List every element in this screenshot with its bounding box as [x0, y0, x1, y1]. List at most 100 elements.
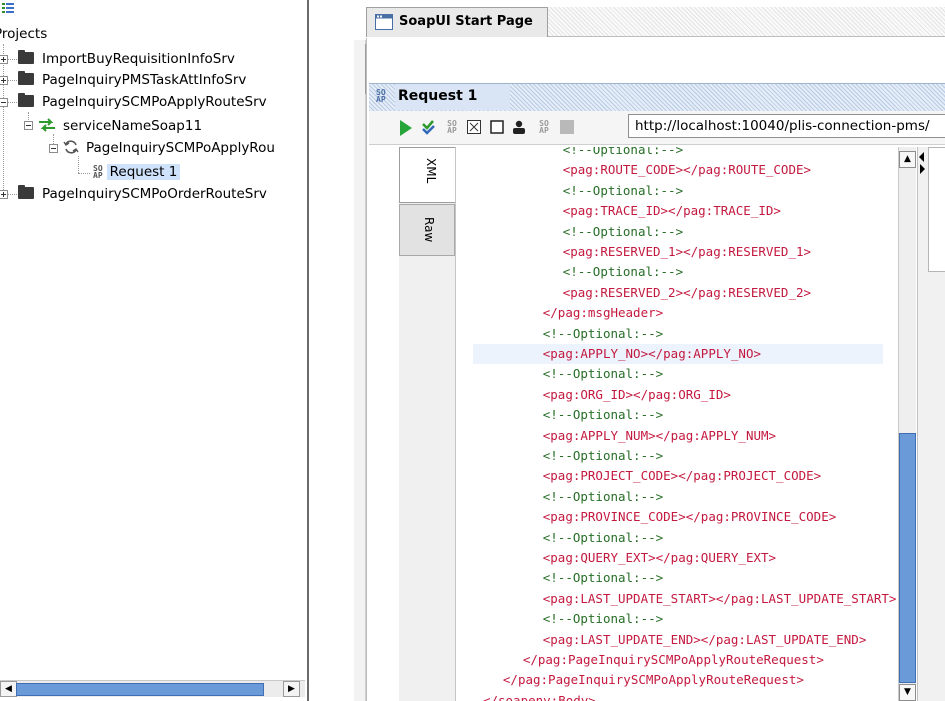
- code-line: <pag:PROVINCE_CODE></pag:PROVINCE_CODE>: [457, 507, 898, 527]
- code-text: <!--Optional:-->: [542, 611, 664, 627]
- tree-project[interactable]: ImportBuyRequisitionInfoSrv: [18, 49, 238, 69]
- code-line: <!--Optional:-->: [457, 147, 898, 160]
- code-text: <pag:ROUTE_CODE></pag:ROUTE_CODE>: [562, 162, 812, 178]
- expand-icon[interactable]: [467, 120, 481, 134]
- xml-editor[interactable]: <!--Optional:--> <pag:ROUTE_CODE></pag:RO…: [457, 147, 898, 701]
- scroll-down-button[interactable]: ▼: [899, 684, 916, 701]
- checkbox-icon[interactable]: [490, 120, 504, 134]
- folder-icon: [18, 93, 34, 107]
- splitter-arrows-icon[interactable]: [918, 150, 926, 178]
- tree-project[interactable]: PageInquirySCMPoApplyRouteSrv: [18, 92, 270, 112]
- code-line: </soapenv:Body>: [457, 691, 898, 701]
- start-page-tab[interactable]: SoapUI Start Page: [366, 7, 548, 37]
- workspace-side-strip-edge: [354, 44, 366, 94]
- expand-toggle[interactable]: [0, 190, 8, 199]
- code-text: <pag:TRACE_ID></pag:TRACE_ID>: [562, 203, 781, 219]
- code-line: <!--Optional:-->: [457, 528, 898, 548]
- code-line: <!--Optional:-->: [457, 405, 898, 425]
- play-icon[interactable]: [399, 120, 413, 136]
- interface-label: serviceNameSoap11: [63, 118, 203, 134]
- tree-operation[interactable]: PageInquirySCMPoApplyRou: [63, 138, 278, 158]
- operation-label: PageInquirySCMPoApplyRou: [86, 140, 275, 156]
- tree-project[interactable]: PageInquiryPMSTaskAttInfoSrv: [18, 70, 249, 90]
- project-label: PageInquirySCMPoApplyRouteSrv: [42, 94, 267, 110]
- tree-project[interactable]: PageInquirySCMPoOrderRouteSrv: [18, 184, 270, 204]
- tree-request[interactable]: SO AP Request 1: [93, 162, 181, 182]
- scroll-left-button[interactable]: ◀: [0, 681, 17, 697]
- code-line: <pag:APPLY_NUM></pag:APPLY_NUM>: [457, 426, 898, 446]
- scroll-thumb[interactable]: [16, 683, 264, 696]
- code-text: <pag:APPLY_NUM></pag:APPLY_NUM>: [542, 427, 777, 443]
- tree-interface[interactable]: serviceNameSoap11: [38, 116, 205, 136]
- code-text: <pag:PROVINCE_CODE></pag:PROVINCE_CODE>: [542, 509, 837, 525]
- code-text: <!--Optional:-->: [562, 264, 684, 280]
- code-text: <!--Optional:-->: [542, 570, 664, 586]
- code-line: <!--Optional:-->: [457, 262, 898, 282]
- validate-icon[interactable]: [421, 120, 435, 135]
- code-text: <!--Optional:-->: [562, 223, 684, 239]
- code-line: <pag:ORG_ID></pag:ORG_ID>: [457, 385, 898, 405]
- code-text: <pag:QUERY_EXT></pag:QUERY_EXT>: [542, 550, 777, 565]
- tab-raw[interactable]: Raw: [399, 204, 455, 256]
- refresh-icon: [63, 140, 79, 154]
- folder-icon: [18, 71, 34, 85]
- code-line: <!--Optional:-->: [457, 222, 898, 242]
- start-page-title: SoapUI Start Page: [399, 14, 533, 29]
- scroll-right-button[interactable]: ▶: [283, 681, 300, 697]
- soap-icon: SO AP: [93, 164, 103, 180]
- code-text: </pag:msgHeader>: [542, 305, 664, 321]
- code-text: <pag:LAST_UPDATE_END></pag:LAST_UPDATE_E…: [542, 631, 867, 647]
- tree-root-projects[interactable]: Projects: [0, 24, 47, 44]
- navigator-list-icon[interactable]: [2, 2, 14, 13]
- code-line: <pag:RESERVED_2></pag:RESERVED_2>: [457, 283, 898, 303]
- interface-arrows-icon: [38, 118, 56, 132]
- code-text: <!--Optional:-->: [542, 529, 664, 545]
- soap-icon[interactable]: SO AP: [445, 120, 459, 135]
- project-label: PageInquiryPMSTaskAttInfoSrv: [42, 72, 247, 88]
- code-line: <!--Optional:-->: [457, 568, 898, 588]
- soap-icon[interactable]: SO AP: [537, 120, 551, 135]
- endpoint-url-field[interactable]: http://localhost:10040/plis-connection-p…: [628, 114, 945, 138]
- code-text: <!--Optional:-->: [562, 182, 684, 198]
- project-label: ImportBuyRequisitionInfoSrv: [42, 51, 235, 67]
- code-line: </pag:msgHeader>: [457, 303, 898, 323]
- code-text: <!--Optional:-->: [542, 448, 664, 463]
- scroll-up-button[interactable]: ▲: [899, 151, 916, 168]
- collapse-toggle[interactable]: [49, 144, 58, 153]
- code-text: </pag:PageInquirySCMPoApplyRouteRequest>: [522, 652, 824, 667]
- code-text: <pag:APPLY_NO></pag:APPLY_NO>: [542, 346, 761, 361]
- navigator-horizontal-scrollbar[interactable]: ◀ ▶: [0, 680, 305, 697]
- folder-icon: [18, 185, 34, 199]
- project-label: PageInquirySCMPoOrderRouteSrv: [42, 186, 267, 202]
- endpoint-url-value: http://localhost:10040/plis-connection-p…: [635, 118, 930, 134]
- code-line: </pag:PageInquirySCMPoApplyRouteRequest>: [457, 650, 898, 670]
- code-line: <pag:PROJECT_CODE></pag:PROJECT_CODE>: [457, 466, 898, 486]
- code-text: <pag:PROJECT_CODE></pag:PROJECT_CODE>: [542, 468, 822, 484]
- code-text: </soapenv:Body>: [482, 692, 596, 701]
- request-window-title[interactable]: SO AP Request 1: [376, 84, 510, 110]
- workspace-side-strip: [354, 40, 366, 701]
- collapse-toggle[interactable]: [0, 98, 8, 107]
- code-text: </pag:PageInquirySCMPoApplyRouteRequest>: [502, 672, 804, 688]
- expand-toggle[interactable]: [0, 55, 8, 64]
- tab-xml[interactable]: XML: [399, 147, 455, 203]
- collapse-toggle[interactable]: [24, 121, 33, 130]
- tab-raw-label: Raw: [422, 217, 436, 243]
- request-label: Request 1: [106, 164, 181, 180]
- editor-scroll-thumb[interactable]: [899, 433, 916, 683]
- expand-toggle[interactable]: [0, 76, 8, 85]
- request-title: Request 1: [398, 88, 478, 104]
- folder-icon: [18, 50, 34, 64]
- code-text: <!--Optional:-->: [542, 325, 664, 341]
- code-line: <pag:ROUTE_CODE></pag:ROUTE_CODE>: [457, 160, 898, 180]
- code-line: <pag:APPLY_NO></pag:APPLY_NO>: [457, 344, 898, 364]
- code-text: <pag:RESERVED_2></pag:RESERVED_2>: [562, 284, 812, 300]
- tree-root-label: Projects: [0, 26, 48, 42]
- window-icon: [375, 14, 393, 30]
- navigator-panel: Projects ImportBuyRequisitionInfoSrv Pag…: [0, 0, 312, 701]
- user-icon[interactable]: [512, 120, 526, 134]
- code-text: <!--Optional:-->: [542, 407, 664, 423]
- code-line: <!--Optional:-->: [457, 181, 898, 201]
- code-line: <pag:RESERVED_1></pag:RESERVED_1>: [457, 242, 898, 262]
- code-text: <!--Optional:-->: [542, 488, 664, 504]
